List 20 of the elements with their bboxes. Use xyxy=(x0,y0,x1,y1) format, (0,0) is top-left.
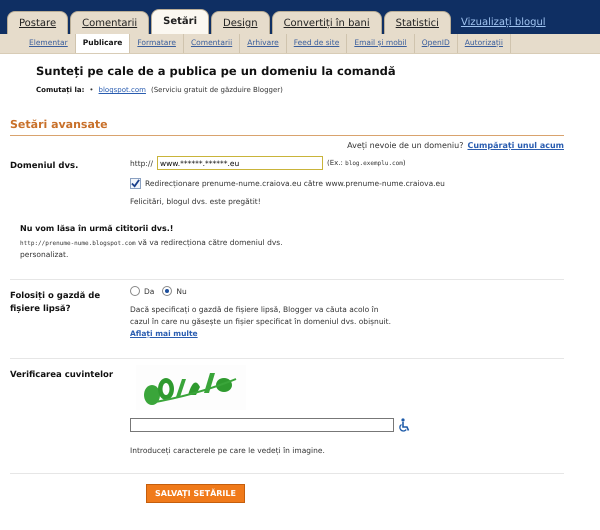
redirect-checkbox[interactable] xyxy=(130,178,141,189)
tab[interactable]: Statistici xyxy=(384,11,451,34)
buy-domain-link[interactable]: Cumpărați unul acum xyxy=(467,141,564,150)
section-title: Setări avansate xyxy=(10,118,564,136)
domain-label: Domeniul dvs. xyxy=(10,160,80,173)
missing-host-label: Folosiți o gazdă de fișiere lipsă? xyxy=(10,290,102,316)
tab[interactable]: Convertiți în bani xyxy=(272,11,382,34)
need-domain-text: Aveți nevoie de un domeniu? xyxy=(347,141,464,150)
page-heading: Sunteți pe cale de a publica pe un domeniu la comandă xyxy=(36,64,397,78)
wheelchair-icon[interactable] xyxy=(398,418,410,432)
tab[interactable]: Setări xyxy=(151,9,210,34)
view-blog-link[interactable]: Vizualizați blogul xyxy=(452,17,554,34)
tab[interactable]: Design xyxy=(211,11,270,34)
radio-button[interactable] xyxy=(162,286,172,296)
tab[interactable]: Postare xyxy=(7,11,68,34)
radio-button[interactable] xyxy=(130,286,140,296)
verification-field[interactable] xyxy=(130,418,394,432)
verification-label: Verificarea cuvintelor xyxy=(10,369,114,382)
tab[interactable]: Comentarii xyxy=(70,11,150,34)
readers-title: Nu vom lăsa în urmă cititorii dvs.! xyxy=(20,224,174,233)
